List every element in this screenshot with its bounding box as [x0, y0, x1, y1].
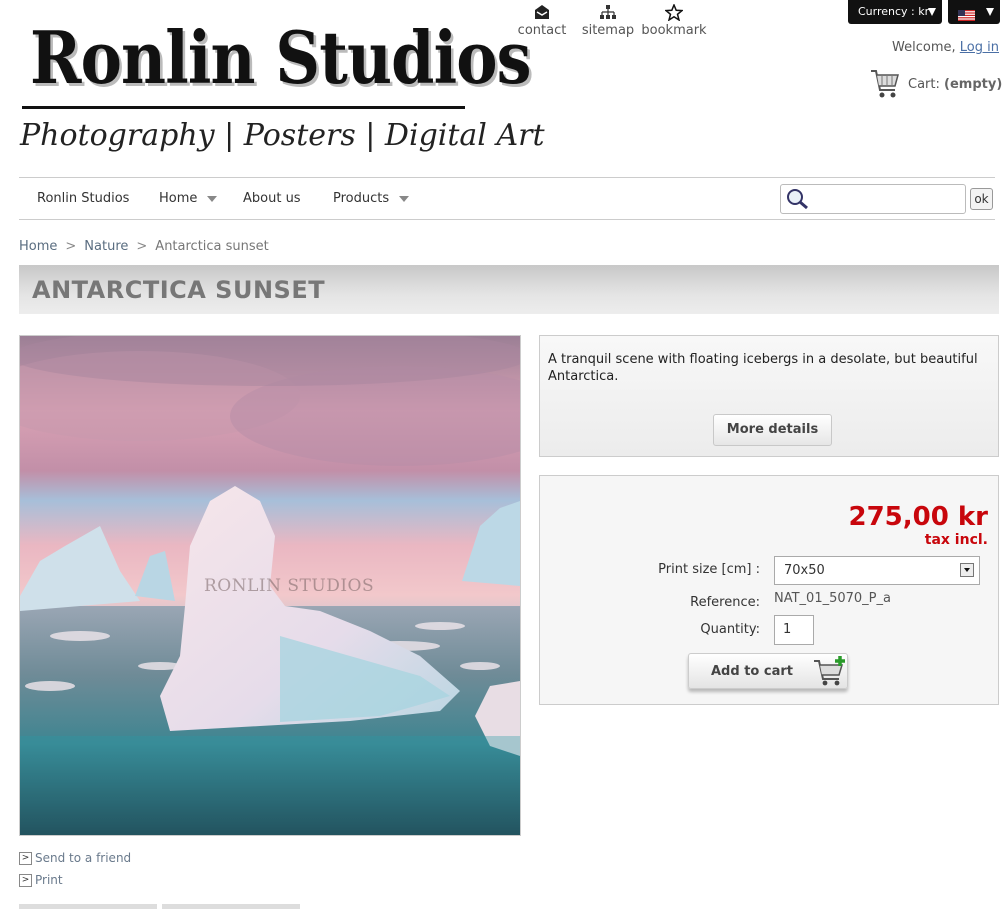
search-icon: [785, 188, 809, 214]
sitemap-label: sitemap: [581, 23, 635, 38]
bookmark-link[interactable]: bookmark: [641, 3, 707, 38]
page-title: ANTARCTICA SUNSET: [32, 276, 326, 304]
currency-label: Currency : kr: [858, 5, 930, 18]
buy-box: 275,00 kr tax incl. Print size [cm] : 70…: [539, 475, 999, 705]
add-to-cart-button[interactable]: Add to cart: [688, 653, 848, 689]
print-label: Print: [35, 873, 63, 887]
arrow-right-icon: >: [19, 852, 32, 865]
star-icon: [641, 3, 707, 22]
product-description-box: A tranquil scene with floating icebergs …: [539, 335, 999, 457]
cart-add-icon: [813, 655, 847, 691]
chevron-down-icon: [207, 195, 218, 202]
nav-item-label: Ronlin Studios: [37, 191, 130, 206]
nav-item-label: Products: [333, 191, 390, 206]
sitemap-icon: [580, 4, 636, 22]
product-image[interactable]: RONLIN STUDIOS: [19, 335, 521, 836]
print-size-value: 70x50: [784, 563, 825, 578]
logo-title: Ronlin Studios: [30, 15, 532, 100]
cart-label: Cart:: [908, 77, 940, 92]
contact-link[interactable]: contact: [516, 4, 568, 38]
more-details-button[interactable]: More details: [713, 414, 832, 446]
chevron-down-icon: [986, 8, 994, 16]
product-description: A tranquil scene with floating icebergs …: [548, 352, 978, 384]
sitemap-link[interactable]: sitemap: [580, 4, 636, 38]
welcome-text: Welcome,: [892, 40, 956, 55]
contact-label: contact: [517, 23, 567, 38]
product-actions: > Send to a friend > Print: [19, 850, 131, 894]
nav-item-label: About us: [243, 191, 301, 206]
search-input[interactable]: [811, 189, 965, 211]
product-price: 275,00 kr: [848, 502, 989, 532]
chevron-down-icon: [960, 563, 974, 577]
envelope-icon: [516, 4, 568, 22]
print-link[interactable]: > Print: [19, 872, 131, 894]
logo-subtitle: Photography | Posters | Digital Art: [20, 118, 545, 153]
breadcrumb-current: Antarctica sunset: [155, 239, 269, 254]
language-selector[interactable]: [948, 0, 1000, 24]
search-button[interactable]: ok: [970, 188, 993, 210]
nav-item-products[interactable]: Products: [333, 178, 410, 219]
shopping-cart-icon: [870, 68, 900, 104]
send-to-friend-label: Send to a friend: [35, 851, 132, 865]
tab-stub[interactable]: [19, 904, 157, 909]
breadcrumb-home[interactable]: Home: [19, 239, 57, 254]
currency-selector[interactable]: Currency : kr: [848, 0, 942, 24]
breadcrumb-separator: >: [136, 239, 148, 254]
us-flag-icon: [958, 6, 975, 25]
logo-rule: [22, 106, 465, 109]
print-size-label: Print size [cm] :: [658, 562, 760, 577]
nav-item-about-us[interactable]: About us: [243, 178, 301, 219]
breadcrumb-separator: >: [65, 239, 77, 254]
send-to-friend-link[interactable]: > Send to a friend: [19, 850, 131, 872]
nav-item-ronlin-studios[interactable]: Ronlin Studios: [37, 178, 129, 219]
login-link[interactable]: Log in: [960, 40, 999, 55]
quantity-input[interactable]: 1: [774, 615, 814, 645]
add-to-cart-label: Add to cart: [711, 664, 793, 679]
site-logo[interactable]: Ronlin Studios Photography | Posters | D…: [20, 18, 545, 163]
product-title-bar: ANTARCTICA SUNSET: [19, 265, 999, 314]
arrow-right-icon: >: [19, 874, 32, 887]
chevron-down-icon: [928, 8, 936, 16]
tax-label: tax incl.: [924, 532, 988, 548]
print-size-select[interactable]: 70x50: [774, 556, 980, 585]
image-watermark: RONLIN STUDIOS: [204, 576, 375, 596]
nav-item-label: Home: [159, 191, 198, 206]
bookmark-label: bookmark: [641, 23, 707, 38]
reference-value: NAT_01_5070_P_a: [774, 591, 891, 606]
breadcrumb-nature[interactable]: Nature: [84, 239, 128, 254]
welcome-message: Welcome, Log in: [892, 40, 999, 55]
quantity-label: Quantity:: [700, 622, 760, 637]
tab-stub[interactable]: [162, 904, 300, 909]
breadcrumb: Home > Nature > Antarctica sunset: [19, 239, 269, 254]
reference-label: Reference:: [690, 595, 760, 610]
search-box: [780, 184, 966, 214]
nav-item-home[interactable]: Home: [159, 178, 218, 219]
cart-status: (empty): [944, 77, 1003, 92]
chevron-down-icon: [399, 195, 410, 202]
